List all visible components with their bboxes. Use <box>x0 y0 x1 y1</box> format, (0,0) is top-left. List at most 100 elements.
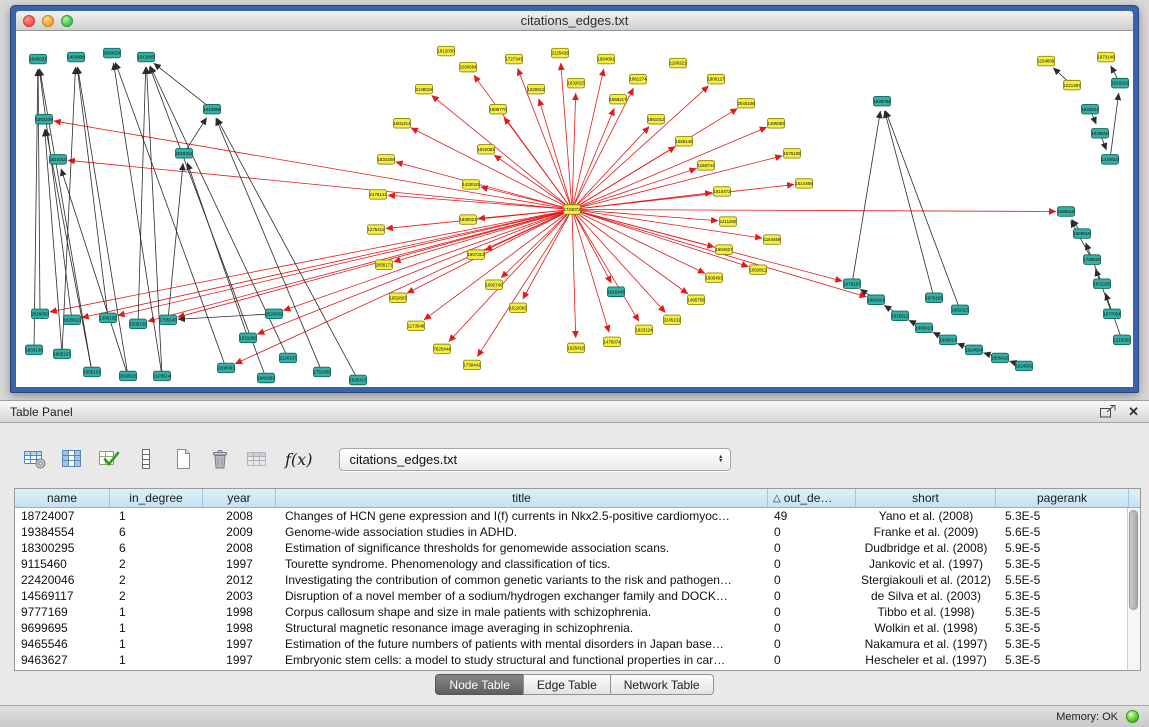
graph-node[interactable]: 1643621 <box>1081 104 1099 114</box>
graph-node[interactable]: 1815012 <box>891 311 909 321</box>
graph-node[interactable]: 1154808 <box>1038 56 1055 66</box>
graph-node[interactable]: 1805414 <box>939 335 957 345</box>
graph-node[interactable]: 1220612 <box>527 84 545 94</box>
graph-node[interactable]: 1925417 <box>349 375 367 385</box>
table-row[interactable]: 946362711997Embryonic stem cells: a mode… <box>15 652 1127 668</box>
graph-node[interactable]: 2016311 <box>176 149 193 159</box>
graph-node[interactable]: 1210352 <box>1113 335 1131 345</box>
table-row[interactable]: 1872400712008Changes of HCN gene express… <box>15 508 1127 524</box>
graph-node[interactable]: 1275412 <box>367 225 385 235</box>
table-options-button[interactable] <box>22 446 48 472</box>
graph-node[interactable]: 2148018 <box>415 84 433 94</box>
table-row[interactable]: 911546021997Tourette syndrome. Phenomeno… <box>15 556 1127 572</box>
graph-node[interactable]: 1905151 <box>83 367 101 377</box>
graph-node[interactable]: 2016310 <box>49 155 67 165</box>
graph-node[interactable]: 1915918 <box>1111 78 1129 88</box>
graph-node[interactable]: 1834209 <box>377 155 395 165</box>
graph-node[interactable]: 1913806 <box>203 104 221 114</box>
column-header-pagerank[interactable]: pagerank <box>996 489 1129 507</box>
close-window-button[interactable] <box>23 15 35 27</box>
graph-node[interactable]: 1485083 <box>767 118 785 128</box>
graph-node[interactable]: 1905137 <box>53 349 71 359</box>
graph-node[interactable]: 1543620 <box>1091 129 1109 139</box>
table-row[interactable]: 2242004622012Investigating the contribut… <box>15 572 1127 588</box>
graph-node[interactable]: 2045108 <box>737 98 755 108</box>
graph-node[interactable]: 2120107 <box>279 353 297 363</box>
graph-node[interactable]: 1632615 <box>567 78 585 88</box>
column-header-short[interactable]: short <box>856 489 996 507</box>
graph-node[interactable]: 1505139 <box>129 319 147 329</box>
graph-node[interactable]: 1821099 <box>239 333 257 343</box>
graph-node[interactable]: 1909770 <box>489 104 507 114</box>
graph-node[interactable]: 2026050 <box>31 309 49 319</box>
network-canvas[interactable]: 1724072214801816012141834209217514112754… <box>16 31 1133 387</box>
graph-node[interactable]: 1495758 <box>687 295 705 305</box>
graph-node[interactable]: 1659519 <box>1073 229 1091 239</box>
graph-node[interactable]: 1906127 <box>707 74 725 84</box>
table-source-dropdown[interactable]: citations_edges.txt ▲▼ <box>339 448 731 471</box>
graph-node[interactable]: 1679193 <box>925 293 943 303</box>
graph-node[interactable]: 1812030 <box>437 46 455 56</box>
graph-node[interactable]: 1648794 <box>873 96 891 106</box>
graph-node[interactable]: 1973149 <box>1097 52 1115 62</box>
graph-node[interactable]: 2090518 <box>119 371 137 381</box>
table-row[interactable]: 969969511998Structural magnetic resonanc… <box>15 620 1127 636</box>
graph-node[interactable]: 1705140 <box>159 315 177 325</box>
graph-node[interactable]: 1221397 <box>1063 80 1081 90</box>
graph-node[interactable]: 1601214 <box>393 118 411 128</box>
table-row[interactable]: 946554611997Estimation of the future num… <box>15 636 1127 652</box>
graph-node[interactable]: 1679197 <box>843 279 861 289</box>
graph-node[interactable]: 1559518 <box>1057 207 1075 217</box>
graph-node[interactable]: 1475074 <box>603 337 621 347</box>
graph-node[interactable]: 1053812 <box>749 265 767 275</box>
create-column-button[interactable] <box>170 446 196 472</box>
function-builder-button[interactable]: f(x) <box>281 446 316 472</box>
graph-node[interactable]: 1891914 <box>867 295 885 305</box>
close-panel-button[interactable]: ✕ <box>1128 404 1139 420</box>
column-header-name[interactable]: name <box>15 489 110 507</box>
window-titlebar[interactable]: citations_edges.txt <box>16 11 1133 31</box>
float-panel-button[interactable] <box>1100 405 1116 418</box>
graph-node[interactable]: 1730441 <box>463 360 481 370</box>
graph-node[interactable]: 1903209 <box>35 114 53 124</box>
graph-node[interactable]: 1805493 <box>705 273 723 283</box>
tab-node-table[interactable]: Node Table <box>435 674 524 695</box>
import-table-button[interactable] <box>244 446 270 472</box>
graph-node[interactable]: 1913805 <box>137 52 155 62</box>
graph-node[interactable]: 1604627 <box>715 245 733 255</box>
graph-node[interactable]: 1925418 <box>567 343 585 353</box>
table-row[interactable]: 1456911722003Disruption of a novel membe… <box>15 588 1127 604</box>
graph-node[interactable]: 2125439 <box>551 48 569 58</box>
graph-node[interactable]: 1916445 <box>607 287 625 297</box>
graph-node[interactable]: 2208091 <box>217 363 235 373</box>
graph-node[interactable]: 1166741 <box>698 161 715 171</box>
graph-node[interactable]: 1752450 <box>313 367 331 377</box>
minimize-window-button[interactable] <box>42 15 54 27</box>
graph-node[interactable]: 1803130 <box>25 345 43 355</box>
graph-node[interactable]: 1961274 <box>629 74 647 84</box>
graph-node[interactable]: 1173548 <box>408 321 425 331</box>
graph-node[interactable]: 1443619 <box>1101 155 1119 165</box>
graph-node[interactable]: 2093524 <box>103 48 121 58</box>
graph-node[interactable]: 1924502 <box>1015 361 1033 371</box>
table-row[interactable]: 1830029562008Estimation of significance … <box>15 540 1127 556</box>
graph-node[interactable]: 1522082 <box>509 303 527 313</box>
graph-node[interactable]: 1629510 <box>63 315 81 325</box>
column-header-out-degree[interactable]: △ out_de… <box>768 489 856 507</box>
graph-node[interactable]: 1154469 <box>764 235 781 245</box>
tab-edge-table[interactable]: Edge Table <box>523 674 611 695</box>
delete-column-button[interactable] <box>207 446 233 472</box>
graph-node[interactable]: 1724072 <box>563 205 581 215</box>
graph-node[interactable]: 1810472 <box>713 187 731 197</box>
graph-node[interactable]: 2056171 <box>375 260 393 270</box>
graph-node[interactable]: 1807313 <box>467 250 485 260</box>
zoom-window-button[interactable] <box>61 15 73 27</box>
graph-node[interactable]: 1664091 <box>597 54 615 64</box>
graph-node[interactable]: 2260584 <box>459 62 477 72</box>
graph-node[interactable]: 1830021 <box>459 215 477 225</box>
graph-node[interactable]: 2245132 <box>663 315 681 325</box>
tab-network-table[interactable]: Network Table <box>610 674 714 695</box>
select-columns-button[interactable] <box>96 446 122 472</box>
graph-node[interactable]: 1952803 <box>389 293 407 303</box>
graph-node[interactable]: 1905413 <box>915 323 933 333</box>
